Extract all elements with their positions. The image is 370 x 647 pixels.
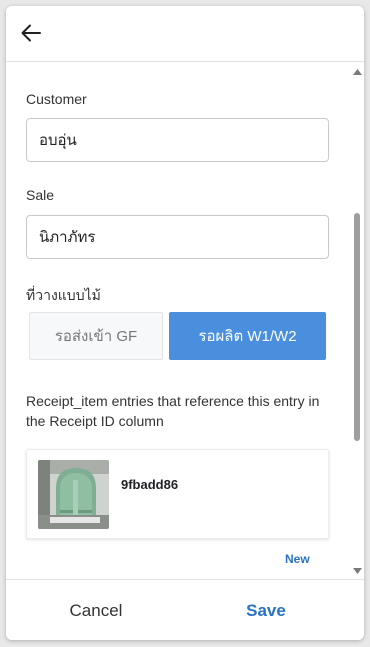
form-content[interactable]: Customer อบอุ่น Sale นิภาภัทร ที่วางแบบไ… — [6, 63, 351, 579]
scroll-up-icon[interactable] — [353, 69, 362, 75]
option-waiting-gf[interactable]: รอส่งเข้า GF — [29, 312, 163, 360]
new-entry-link[interactable]: New — [285, 552, 310, 566]
footer-bar: Cancel Save — [6, 579, 364, 640]
sale-label: Sale — [26, 187, 55, 203]
back-button[interactable] — [18, 20, 44, 46]
location-label: ที่วางแบบไม้ — [26, 287, 101, 303]
entry-thumbnail — [38, 460, 109, 529]
scrollbar[interactable] — [351, 63, 364, 579]
cancel-button[interactable]: Cancel — [26, 580, 166, 640]
edit-form-dialog: Customer อบอุ่น Sale นิภาภัทร ที่วางแบบไ… — [6, 6, 364, 640]
header-bar — [6, 6, 364, 62]
customer-field[interactable]: อบอุ่น — [26, 118, 329, 162]
sale-field[interactable]: นิภาภัทร — [26, 215, 329, 259]
save-button[interactable]: Save — [196, 580, 336, 640]
customer-label: Customer — [26, 91, 87, 107]
related-entries-label: Receipt_item entries that reference this… — [26, 393, 320, 429]
scroll-down-icon[interactable] — [353, 568, 362, 574]
arrow-left-icon — [21, 24, 41, 42]
scrollbar-thumb[interactable] — [354, 213, 360, 441]
related-entry-card[interactable]: 9fbadd86 — [26, 449, 329, 539]
entry-id: 9fbadd86 — [121, 477, 179, 492]
option-waiting-production[interactable]: รอผลิต W1/W2 — [169, 312, 326, 360]
